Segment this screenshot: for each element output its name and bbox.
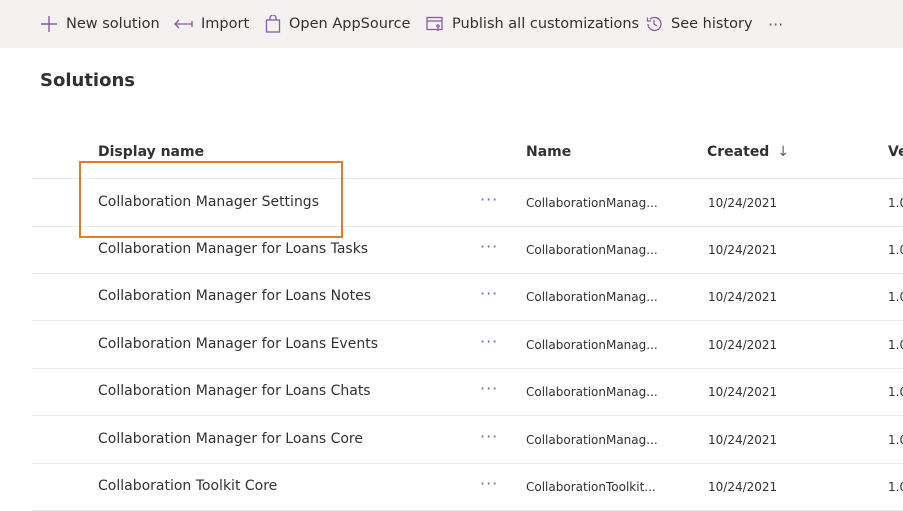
row-version: 1.0 (888, 433, 903, 447)
row-more-actions-icon[interactable]: ··· (480, 284, 498, 303)
row-version: 1.0 (888, 338, 903, 352)
import-button[interactable]: Import (174, 0, 249, 48)
row-more-actions-icon[interactable]: ··· (480, 237, 498, 256)
column-header-name[interactable]: Name (526, 144, 571, 160)
see-history-button[interactable]: See history (645, 0, 753, 48)
shopping-bag-icon (265, 15, 281, 33)
row-display-name[interactable]: Collaboration Manager for Loans Notes (98, 288, 371, 304)
table-row[interactable]: Collaboration Manager for Loans Chats ··… (32, 368, 903, 416)
row-display-name[interactable]: Collaboration Manager for Loans Chats (98, 383, 371, 399)
row-display-name[interactable]: Collaboration Manager for Loans Tasks (98, 241, 368, 257)
row-version: 1.0 (888, 480, 903, 494)
sort-descending-icon: ↓ (777, 144, 789, 160)
row-name: CollaborationManag... (526, 196, 658, 210)
table-row[interactable]: Collaboration Toolkit Core ··· Collabora… (32, 463, 903, 511)
row-name: CollaborationManag... (526, 385, 658, 399)
new-solution-button[interactable]: New solution (40, 0, 160, 48)
row-created: 10/24/2021 (708, 196, 778, 210)
open-appsource-label: Open AppSource (289, 16, 411, 32)
page-title: Solutions (40, 70, 135, 91)
table-row[interactable]: Collaboration Manager Settings ··· Colla… (32, 179, 903, 227)
new-solution-label: New solution (66, 16, 160, 32)
row-name: CollaborationManag... (526, 243, 658, 257)
row-version: 1.0 (888, 385, 903, 399)
more-commands-button[interactable]: ··· (768, 0, 783, 48)
row-created: 10/24/2021 (708, 385, 778, 399)
import-label: Import (201, 16, 250, 32)
row-created: 10/24/2021 (708, 243, 778, 257)
row-name: CollaborationManag... (526, 338, 658, 352)
row-created: 10/24/2021 (708, 480, 778, 494)
row-created: 10/24/2021 (708, 290, 778, 304)
column-header-created-label: Created (707, 144, 770, 160)
command-bar: New solution Import Open AppSource Publi… (0, 0, 903, 48)
history-icon (645, 15, 663, 33)
row-more-actions-icon[interactable]: ··· (480, 474, 498, 493)
table-row[interactable]: Collaboration Manager for Loans Events ·… (32, 321, 903, 369)
row-name: CollaborationManag... (526, 290, 658, 304)
row-created: 10/24/2021 (708, 338, 778, 352)
row-name: CollaborationManag... (526, 433, 658, 447)
import-icon (174, 17, 193, 31)
row-display-name[interactable]: Collaboration Toolkit Core (98, 478, 277, 494)
column-header-created[interactable]: Created ↓ (707, 144, 789, 160)
row-more-actions-icon[interactable]: ··· (480, 190, 498, 209)
column-header-display-name[interactable]: Display name (98, 144, 204, 160)
column-header-version[interactable]: Ve (888, 144, 903, 160)
publish-icon (426, 16, 444, 33)
row-more-actions-icon[interactable]: ··· (480, 379, 498, 398)
grid-header-row: Display name Name Created ↓ Ve (32, 130, 903, 179)
row-more-actions-icon[interactable]: ··· (480, 427, 498, 446)
row-created: 10/24/2021 (708, 433, 778, 447)
row-version: 1.0 (888, 290, 903, 304)
table-row[interactable]: Collaboration Manager for Loans Core ···… (32, 416, 903, 464)
see-history-label: See history (671, 16, 753, 32)
row-display-name[interactable]: Collaboration Manager for Loans Core (98, 431, 363, 447)
publish-all-customizations-label: Publish all customizations (452, 16, 640, 32)
row-display-name[interactable]: Collaboration Manager for Loans Events (98, 336, 378, 352)
table-row[interactable]: Collaboration Manager for Loans Notes ··… (32, 273, 903, 321)
row-name: CollaborationToolkit... (526, 480, 656, 494)
more-commands-label: ··· (768, 14, 784, 34)
table-row[interactable]: Collaboration Manager for Loans Tasks ··… (32, 226, 903, 274)
row-more-actions-icon[interactable]: ··· (480, 332, 498, 351)
row-version: 1.0 (888, 196, 903, 210)
open-appsource-button[interactable]: Open AppSource (265, 0, 410, 48)
row-display-name[interactable]: Collaboration Manager Settings (98, 194, 319, 210)
row-version: 1.0 (888, 243, 903, 257)
plus-icon (40, 15, 58, 33)
publish-all-customizations-button[interactable]: Publish all customizations (426, 0, 639, 48)
